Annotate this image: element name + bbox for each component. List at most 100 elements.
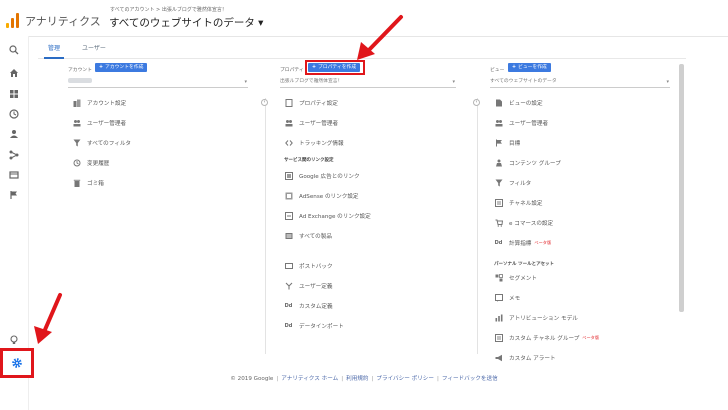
users-icon [72, 119, 81, 128]
calculated-metrics-label: 計算指標 [509, 241, 532, 247]
ecommerce-settings-label: e コマースの設定 [509, 221, 554, 227]
data-import-label: データインポート [299, 324, 344, 330]
view-filters-item[interactable]: フィルタ [494, 177, 531, 189]
property-user-management-label: ユーザー管理者 [299, 121, 339, 127]
search-icon[interactable] [6, 42, 22, 58]
conversions-flag-icon[interactable] [6, 187, 22, 203]
view-settings-label: ビューの設定 [509, 101, 543, 107]
calculated-metrics-item[interactable]: Dd 計算指標 ベータ版 [494, 237, 552, 249]
adexchange-icon [284, 212, 293, 221]
custom-channel-groupings-label: カスタム チャネル グループ [509, 336, 580, 342]
create-account-label: アカウントを作成 [105, 65, 144, 70]
segments-label: セグメント [509, 276, 537, 282]
footer-link-privacy[interactable]: プライバシー ポリシー [376, 376, 434, 382]
footer-link-feedback[interactable]: フィードバックを送信 [442, 376, 498, 382]
chevron-down-icon: ▾ [452, 79, 455, 85]
custom-channel-groupings-item[interactable]: カスタム チャネル グループ ベータ版 [494, 332, 599, 344]
property-column-label: プロパティ [280, 68, 304, 73]
adsense-link-item[interactable]: AdSense のリンク設定 [284, 190, 359, 202]
adsense-link-label: AdSense のリンク設定 [299, 194, 359, 200]
audience-icon[interactable] [6, 126, 22, 142]
tracking-info-item[interactable]: トラッキング情報 [284, 137, 344, 149]
chevron-down-icon: ▾ [244, 79, 247, 85]
segments-item[interactable]: セグメント [494, 272, 537, 284]
analytics-logo-icon[interactable] [6, 12, 20, 28]
building-icon [72, 99, 81, 108]
custom-definitions-label: カスタム定義 [299, 304, 333, 310]
property-view-selector[interactable]: すべてのウェブサイトのデータ ▾ [109, 15, 263, 30]
account-selector[interactable]: ▾ [68, 77, 248, 88]
clock-icon[interactable] [6, 106, 22, 122]
personal-tools-heading: パーソナル ツールとアセット [494, 262, 554, 267]
acquisition-icon[interactable] [6, 147, 22, 163]
property-user-management-item[interactable]: ユーザー管理者 [284, 117, 338, 129]
all-products-item[interactable]: すべての製品 [284, 230, 332, 242]
all-filters-item[interactable]: すべてのフィルタ [72, 137, 131, 149]
custom-alerts-label: カスタム アラート [509, 356, 556, 362]
ecommerce-settings-item[interactable]: e コマースの設定 [494, 217, 553, 229]
tab-user[interactable]: ユーザー [82, 43, 106, 52]
scrollbar[interactable] [679, 64, 684, 312]
account-user-management-item[interactable]: ユーザー管理者 [72, 117, 126, 129]
memo-icon [494, 294, 503, 303]
customization-icon[interactable] [6, 86, 22, 102]
trash-label: ゴミ箱 [87, 181, 104, 187]
footer-link-analytics-home[interactable]: アナリティクス ホーム [281, 376, 338, 382]
column-divider [265, 98, 266, 354]
ad-exchange-link-item[interactable]: Ad Exchange のリンク設定 [284, 210, 371, 222]
document-icon [284, 99, 293, 108]
annotations-label: メモ [509, 296, 521, 302]
view-selector[interactable]: すべてのウェブサイトのデータ ▾ [490, 77, 670, 88]
google-ads-link-item[interactable]: Google 広告とのリンク [284, 170, 360, 182]
property-settings-item[interactable]: プロパティ設定 [284, 97, 338, 109]
create-account-button[interactable]: + アカウントを作成 [95, 63, 148, 72]
channel-settings-item[interactable]: チャネル設定 [494, 197, 543, 209]
property-selector[interactable]: 出張ルブログで雅然体宣言！ ▾ [280, 77, 456, 88]
footer-separator: | [276, 376, 279, 382]
content-grouping-label: コンテンツ グループ [509, 161, 561, 167]
custom-alerts-item[interactable]: カスタム アラート [494, 352, 556, 364]
collapse-account-toggle[interactable]: ‹ [261, 99, 268, 106]
annotation-arrow-icon [357, 15, 403, 60]
column-divider [477, 98, 478, 354]
footer-separator: | [437, 376, 439, 382]
annotations-item[interactable]: メモ [494, 292, 520, 304]
history-icon [72, 159, 81, 168]
create-property-button[interactable]: + プロパティを作成 [308, 63, 361, 72]
user-definition-label: ユーザー定義 [299, 284, 333, 290]
change-history-item[interactable]: 変更履歴 [72, 157, 109, 169]
view-user-management-label: ユーザー管理者 [509, 121, 549, 127]
footer: © 2019 Google | アナリティクス ホーム | 利用規約 | プライバシー ポリ… [0, 374, 728, 382]
behavior-icon[interactable] [6, 167, 22, 183]
document-icon [494, 99, 503, 108]
view-user-management-item[interactable]: ユーザー管理者 [494, 117, 548, 129]
create-view-button[interactable]: + ビューを作成 [508, 63, 551, 72]
home-icon[interactable] [6, 65, 22, 81]
user-definition-item[interactable]: ユーザー定義 [284, 280, 332, 292]
view-settings-item[interactable]: ビューの設定 [494, 97, 543, 109]
postback-item[interactable]: ポストバック [284, 260, 333, 272]
postback-label: ポストバック [299, 264, 333, 270]
code-icon [284, 139, 293, 148]
goals-item[interactable]: 目標 [494, 137, 520, 149]
footer-link-terms[interactable]: 利用規約 [346, 376, 368, 382]
tab-admin[interactable]: 管理 [48, 43, 60, 52]
lightbulb-icon[interactable] [6, 332, 22, 348]
view-filters-label: フィルタ [509, 181, 532, 187]
megaphone-icon [494, 354, 503, 363]
breadcrumb[interactable]: すべてのアカウント > 出張ルブログで雅然体宣言！ [110, 6, 227, 13]
account-settings-item[interactable]: アカウント設定 [72, 97, 126, 109]
plus-icon: + [312, 65, 317, 70]
segment-icon [494, 274, 503, 283]
data-import-item[interactable]: Dd データインポート [284, 320, 344, 332]
collapse-property-toggle[interactable]: ‹ [473, 99, 480, 106]
content-grouping-item[interactable]: コンテンツ グループ [494, 157, 561, 169]
attribution-models-item[interactable]: アトリビューション モデル [494, 312, 578, 324]
tracking-info-label: トラッキング情報 [299, 141, 344, 147]
trash-item[interactable]: ゴミ箱 [72, 177, 104, 189]
change-history-label: 変更履歴 [87, 161, 110, 167]
ad-exchange-link-label: Ad Exchange のリンク設定 [299, 214, 371, 220]
redacted-account-name [68, 78, 92, 83]
goals-label: 目標 [509, 141, 521, 147]
custom-definitions-item[interactable]: Dd カスタム定義 [284, 300, 333, 312]
